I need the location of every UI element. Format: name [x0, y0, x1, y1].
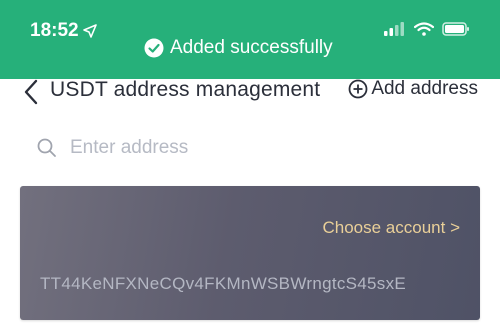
check-circle-icon [144, 38, 164, 58]
search-bar [36, 132, 456, 164]
search-input[interactable] [70, 137, 430, 159]
location-arrow-icon [82, 24, 97, 38]
add-address-button[interactable]: Add address [348, 78, 478, 100]
battery-icon [442, 22, 469, 36]
add-circle-icon [348, 79, 368, 99]
status-time-text: 18:52 [30, 20, 79, 41]
toast-message: Added successfully [144, 37, 333, 59]
address-card[interactable]: Choose account > TT44KeNFXNeCQv4FKMnWSBW… [20, 186, 480, 320]
back-chevron-icon[interactable] [20, 78, 42, 106]
status-time: 18:52 [30, 20, 97, 42]
signal-icon [384, 22, 404, 36]
address-value: TT44KeNFXNeCQv4FKMnWSBWrngtcS45sxE [40, 274, 407, 293]
toast-message-text: Added successfully [170, 37, 333, 58]
add-address-label: Add address [371, 78, 478, 99]
wifi-icon [414, 22, 434, 36]
choose-account-link[interactable]: Choose account > [322, 218, 460, 238]
search-icon [37, 138, 56, 157]
status-icons [376, 22, 470, 36]
page-title: USDT address management [50, 78, 321, 101]
success-toast: 18:52 Added successfully [0, 0, 500, 79]
